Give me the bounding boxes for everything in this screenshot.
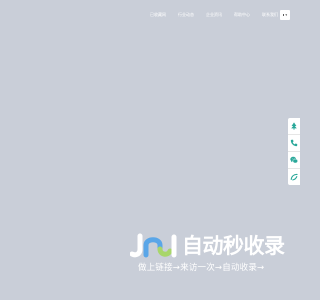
link-icon <box>290 173 298 181</box>
language-dropdown-button[interactable]: ▾ <box>280 10 290 20</box>
wechat-icon <box>290 156 298 164</box>
jn-logo-icon <box>130 233 177 258</box>
watermark-title: 自动秒收录 <box>182 234 285 258</box>
float-item-wechat[interactable] <box>288 152 300 169</box>
watermark-subtitle: 做上链接→来访一次→自动收录→ <box>138 263 265 273</box>
top-nav: 已收藏网 行业动态 企业资讯 帮助中心 联系我们 ▾ <box>150 10 290 20</box>
float-item-tree[interactable] <box>288 118 300 135</box>
nav-item-favorites[interactable]: 已收藏网 <box>150 12 166 18</box>
phone-icon <box>290 139 298 147</box>
nav-item-company-news[interactable]: 企业资讯 <box>206 12 222 18</box>
floating-toolbar <box>288 118 300 185</box>
nav-item-industry-news[interactable]: 行业动态 <box>178 12 194 18</box>
chevron-down-icon: ▾ <box>285 13 288 17</box>
globe-icon <box>282 14 285 16</box>
float-item-phone[interactable] <box>288 135 300 152</box>
watermark-logo: 自动秒收录 做上链接→来访一次→自动收录→ <box>130 230 285 278</box>
nav-item-contact[interactable]: 联系我们 <box>262 12 278 18</box>
nav-item-help[interactable]: 帮助中心 <box>234 12 250 18</box>
float-item-link[interactable] <box>288 169 300 185</box>
tree-icon <box>291 122 297 130</box>
